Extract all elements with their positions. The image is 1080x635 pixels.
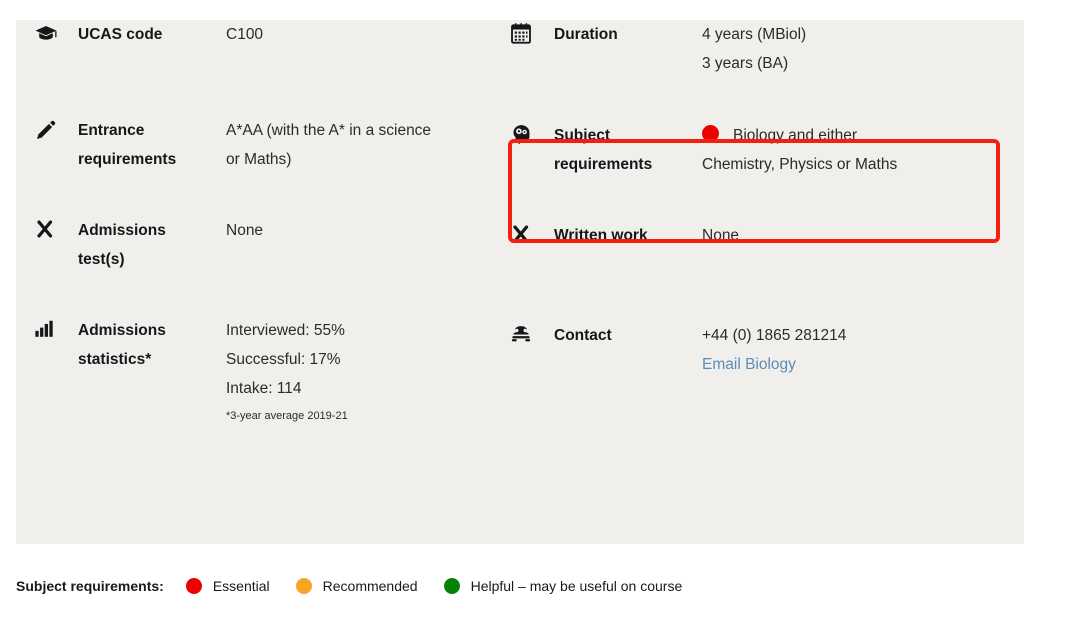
- row-value: Interviewed: 55% Successful: 17% Intake:…: [226, 316, 526, 427]
- label-line-1: Admissions: [78, 222, 166, 239]
- row-value: None: [226, 216, 526, 245]
- calendar-icon: [510, 20, 554, 46]
- label-line-1: Entrance: [78, 122, 145, 139]
- label-line-2: statistics*: [78, 351, 152, 368]
- row-admissions-tests: Admissions test(s) None: [34, 216, 526, 316]
- value-line: None: [702, 227, 740, 244]
- legend-item-recommended: Recommended: [295, 576, 418, 596]
- value-line: C100: [226, 26, 264, 43]
- row-value: None: [702, 221, 1002, 250]
- value-line: Interviewed: 55%: [226, 322, 345, 339]
- legend-label: Helpful – may be useful on course: [470, 578, 683, 594]
- row-value: C100: [226, 20, 526, 49]
- value-line: A*AA (with the A* in a science: [226, 122, 432, 139]
- label-line-2: requirements: [78, 151, 177, 168]
- value-text: Biology and either: [733, 127, 858, 144]
- cross-icon: [510, 221, 554, 247]
- telephone-icon: [510, 321, 554, 347]
- row-label: Entrance requirements: [78, 116, 226, 174]
- value-line: 4 years (MBiol): [702, 26, 807, 43]
- row-ucas-code: UCAS code C100: [34, 20, 526, 116]
- course-info-panel: UCAS code C100 Entrance requirements A*A…: [16, 20, 1024, 544]
- pencil-icon: [34, 116, 78, 142]
- row-value: +44 (0) 1865 281214 Email Biology: [702, 321, 1002, 379]
- cross-icon: [34, 216, 78, 242]
- row-label: Admissions statistics*: [78, 316, 226, 374]
- row-duration: Duration 4 years (MBiol) 3 years (BA): [510, 20, 1002, 116]
- row-admissions-statistics: Admissions statistics* Interviewed: 55% …: [34, 316, 526, 427]
- row-label: Contact: [554, 327, 612, 344]
- page-root: UCAS code C100 Entrance requirements A*A…: [0, 0, 1080, 635]
- label-line-2: requirements: [554, 156, 653, 173]
- right-column: Duration 4 years (MBiol) 3 years (BA) Su…: [510, 20, 1002, 379]
- essential-dot: [702, 125, 719, 142]
- value-line: or Maths): [226, 151, 292, 168]
- subject-requirements-legend: Subject requirements: Essential Recommen…: [16, 576, 708, 596]
- statistics-footnote: *3-year average 2019-21: [226, 410, 348, 422]
- value-line: None: [226, 222, 264, 239]
- value-line: Intake: 114: [226, 380, 302, 397]
- legend-item-helpful: Helpful – may be useful on course: [443, 576, 683, 596]
- label-line-1: Subject: [554, 127, 610, 144]
- row-contact: Contact +44 (0) 1865 281214 Email Biolog…: [510, 321, 1002, 379]
- value-line: Successful: 17%: [226, 351, 341, 368]
- row-value: A*AA (with the A* in a science or Maths): [226, 116, 526, 174]
- graduation-cap-icon: [34, 20, 78, 46]
- recommended-dot: [295, 578, 312, 594]
- label-line-1: Admissions: [78, 322, 166, 339]
- row-subject-requirements: Subject requirements Biology and either …: [510, 116, 1002, 221]
- bar-chart-icon: [34, 316, 78, 342]
- row-label: Duration: [554, 26, 618, 43]
- contact-phone: +44 (0) 1865 281214: [702, 327, 847, 344]
- helpful-dot: [443, 578, 460, 594]
- value-line: Chemistry, Physics or Maths: [702, 156, 898, 173]
- label-line-2: test(s): [78, 251, 125, 268]
- row-label: UCAS code: [78, 26, 163, 43]
- essential-dot: [185, 578, 202, 594]
- head-gears-icon: [510, 121, 554, 147]
- row-written-work: Written work None: [510, 221, 1002, 321]
- legend-label: Recommended: [322, 578, 418, 594]
- legend-item-essential: Essential: [185, 576, 270, 596]
- row-value: Biology and either Chemistry, Physics or…: [702, 121, 1002, 179]
- legend-label: Essential: [212, 578, 270, 594]
- row-label: Subject requirements: [554, 121, 702, 179]
- row-label: Written work: [554, 227, 648, 244]
- row-label: Admissions test(s): [78, 216, 226, 274]
- email-biology-link[interactable]: Email Biology: [702, 356, 796, 373]
- value-line: 3 years (BA): [702, 55, 789, 72]
- left-column: UCAS code C100 Entrance requirements A*A…: [34, 20, 526, 427]
- row-value: 4 years (MBiol) 3 years (BA): [702, 20, 1002, 78]
- row-entrance-requirements: Entrance requirements A*AA (with the A* …: [34, 116, 526, 216]
- value-line-with-dot: Biology and either: [702, 121, 1002, 150]
- legend-title: Subject requirements:: [16, 578, 164, 594]
